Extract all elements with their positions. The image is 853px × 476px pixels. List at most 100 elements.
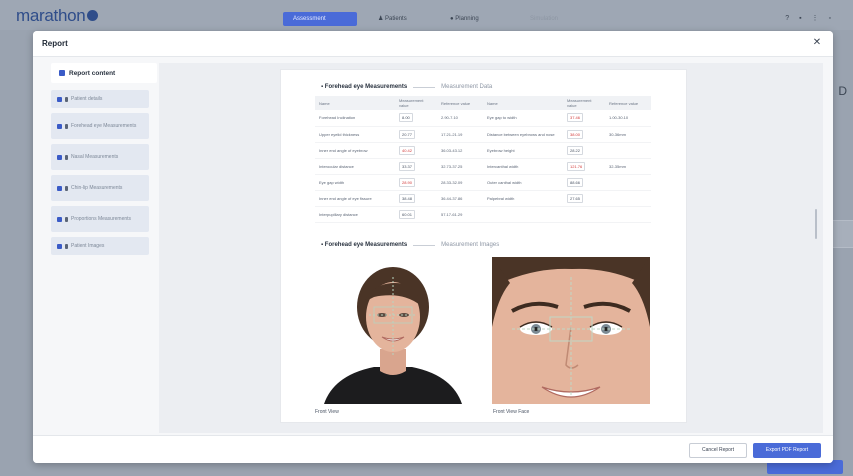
table-header-row: Name Measurement value Reference value N… [315, 96, 651, 110]
table-row: Inner end angle of eye fissure 38.48 36.44… [315, 190, 651, 207]
table-cell [605, 206, 651, 223]
sidebar-item-patient-details[interactable]: Patient details [51, 90, 149, 108]
drag-handle-icon[interactable] [65, 123, 68, 129]
table-cell: 60.01 [395, 206, 437, 223]
table-row: Upper eyelid thickness 20.77 17.21-21.19 Di… [315, 126, 651, 143]
column-header: Measurement value [395, 96, 437, 110]
column-header: Name [483, 96, 563, 110]
table-cell: 38.48 [395, 190, 437, 207]
checkbox-checked-icon[interactable] [57, 185, 62, 191]
nav-tab-simulation[interactable]: Simulation [520, 12, 568, 26]
drag-handle-icon[interactable] [65, 216, 68, 222]
sidebar-item-proportions[interactable]: Proportions Measurements [51, 206, 149, 232]
modal-footer: Cancel Report Export PDF Report [33, 435, 833, 463]
measurement-value: 20.77 [399, 129, 416, 139]
table-cell: 36.44-37.86 [437, 190, 483, 207]
measurement-value: 27.65 [567, 193, 584, 203]
header-icons[interactable]: ? ▪ ⋮ ▫ [785, 14, 835, 22]
table-cell [605, 190, 651, 207]
drag-handle-icon[interactable] [65, 154, 68, 160]
section-subtitle: Measurement Images [441, 242, 500, 248]
table-cell: Inner end angle of eyebrow [315, 142, 395, 159]
column-header: Measurement value [563, 96, 605, 110]
checkbox-checked-icon[interactable] [57, 123, 62, 129]
export-pdf-button[interactable]: Export PDF Report [753, 443, 821, 458]
sidebar-item-nasal[interactable]: Nasal Measurements [51, 144, 149, 170]
drag-handle-icon[interactable] [65, 96, 68, 102]
column-header: Reference value [605, 96, 651, 110]
table-cell: 8.00 [395, 110, 437, 127]
table-cell [483, 206, 563, 223]
table-cell: 28.90 [395, 174, 437, 191]
table-cell: Eye gap to width [483, 110, 563, 127]
table-row: Eye gap width 28.90 28.33-32.09 Outer canth… [315, 174, 651, 191]
checkbox-checked-icon[interactable] [59, 70, 65, 76]
section-measurement-images: ▪ Forehead eye Measurements Measurement … [321, 242, 499, 248]
table-cell: 20.77 [395, 126, 437, 143]
table-cell: 1.00-30.10 [605, 110, 651, 127]
table-cell: 2.90-7.10 [437, 110, 483, 127]
table-cell: Interpupillary distance [315, 206, 395, 223]
measurement-value: 38.48 [399, 193, 416, 203]
table-cell [563, 206, 605, 223]
cancel-report-button[interactable]: Cancel Report [689, 443, 747, 458]
table-cell: Inner end angle of eye fissure [315, 190, 395, 207]
table-row: Forehead Inclination 8.00 2.90-7.10 Eye gap… [315, 110, 651, 127]
table-cell: Eye gap width [315, 174, 395, 191]
table-cell: Forehead Inclination [315, 110, 395, 127]
table-row: Interpupillary distance 60.01 57.17-61.29 [315, 206, 651, 223]
table-cell: 33.37 [395, 158, 437, 175]
report-preview-area[interactable]: ▪ Forehead eye Measurements Measurement … [159, 63, 823, 433]
checkbox-checked-icon[interactable] [57, 243, 62, 249]
nav-tab-planning[interactable]: ● Planning [440, 12, 489, 26]
measurement-value: 60.01 [399, 209, 416, 219]
table-cell [605, 174, 651, 191]
table-cell: Interocular distance [315, 158, 395, 175]
drag-handle-icon[interactable] [65, 185, 68, 191]
table-cell: Eyebrow height [483, 142, 563, 159]
report-content-header[interactable]: Report content [51, 63, 157, 83]
checkbox-checked-icon[interactable] [57, 96, 62, 102]
measurement-value: 40.42 [399, 145, 416, 155]
front-view-caption: Front View [315, 409, 339, 415]
checkbox-checked-icon[interactable] [57, 154, 62, 160]
table-cell: 28.22 [563, 142, 605, 159]
table-cell: 27.65 [563, 190, 605, 207]
table-cell: 30-36mm [605, 126, 651, 143]
table-cell: Intercanthal width [483, 158, 563, 175]
table-cell: 57.17-61.29 [437, 206, 483, 223]
measurement-value: 33.37 [399, 161, 416, 171]
section-title: ▪ Forehead eye Measurements [321, 84, 408, 90]
measurement-value: 121.76 [567, 161, 586, 171]
nav-tab-assessment[interactable]: Assessment [283, 12, 357, 26]
report-page: ▪ Forehead eye Measurements Measurement … [280, 69, 687, 423]
measurement-value: 38.00 [567, 129, 584, 139]
table-cell: 121.76 [563, 158, 605, 175]
table-cell: 28.33-32.09 [437, 174, 483, 191]
report-content-sidebar: Report content Patient details Forehead … [51, 63, 157, 287]
front-view-face-caption: Front View Face [493, 409, 530, 415]
sidebar-item-patient-images[interactable]: Patient Images [51, 237, 149, 255]
front-view-image [314, 257, 472, 404]
measurement-value: 28.90 [399, 177, 416, 187]
user-icon: ♟ [378, 16, 386, 22]
app-logo: marathon [16, 6, 99, 26]
drag-handle-icon[interactable] [65, 243, 68, 249]
table-cell: 38.00 [563, 126, 605, 143]
table-cell: 32-35mm [605, 158, 651, 175]
preview-scrollbar[interactable] [815, 209, 817, 239]
table-cell: Palpebral width [483, 190, 563, 207]
report-modal: Report ✕ Report content Patient details … [33, 31, 833, 463]
modal-header: Report ✕ [33, 31, 833, 57]
measurement-value: 28.22 [567, 145, 584, 155]
table-cell: Outer canthal width [483, 174, 563, 191]
sidebar-item-chin-lip[interactable]: Chin-lip Measurements [51, 175, 149, 201]
nav-tab-patients[interactable]: ♟ Patients [368, 12, 417, 26]
sidebar-item-forehead-eye[interactable]: Forehead eye Measurements [51, 113, 149, 139]
table-cell [605, 142, 651, 159]
checkbox-checked-icon[interactable] [57, 216, 62, 222]
table-cell: 88.66 [563, 174, 605, 191]
close-icon[interactable]: ✕ [811, 37, 823, 49]
table-row: Interocular distance 33.37 32.73-37.25 Inte… [315, 158, 651, 175]
section-subtitle: Measurement Data [441, 84, 493, 90]
